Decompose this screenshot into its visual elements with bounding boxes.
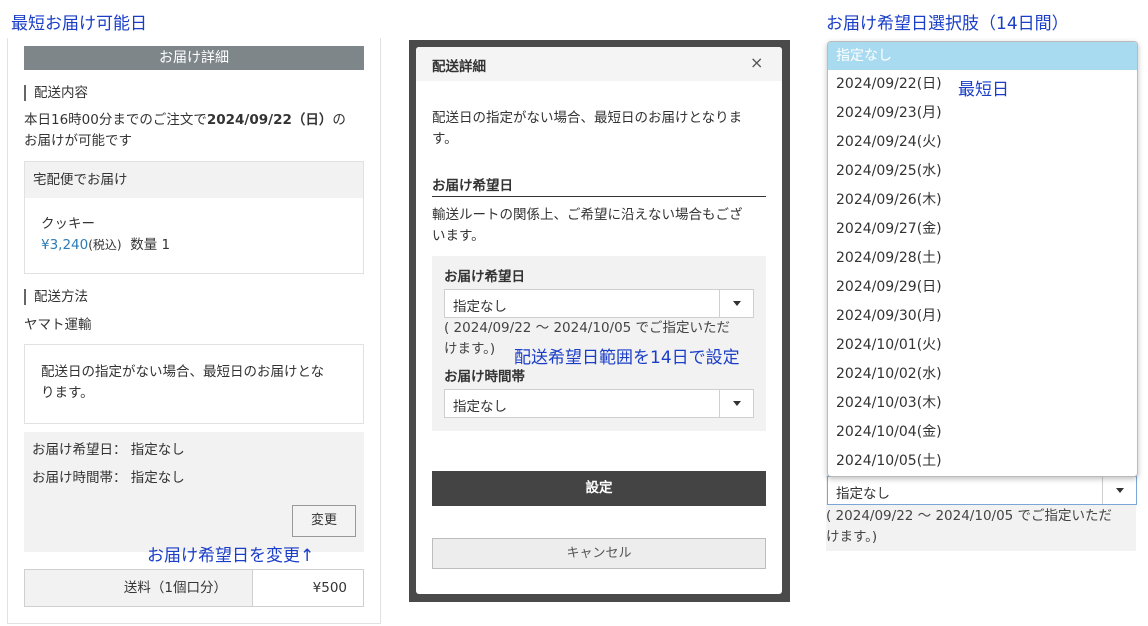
cancel-button[interactable]: キャンセル (432, 538, 766, 569)
selection-summary: お届け希望日： 指定なし お届け時間帯： 指定なし 変更 (24, 432, 364, 552)
modal-notice: 配送日の指定がない場合、最短日のお届けとなりま す。 (432, 108, 772, 150)
no-date-notice-box: 配送日の指定がない場合、最短日のお届けとな ります。 (24, 344, 364, 424)
option-date[interactable]: 2024/10/02(水) (828, 360, 1137, 389)
order-notice-text: 本日16時00分までのご注文で (24, 112, 207, 128)
desired-date-label: お届け希望日： (32, 442, 127, 458)
delivery-contents-label: 配送内容 (24, 85, 88, 101)
time-field-label: お届け時間帯 (444, 369, 525, 385)
order-notice: 本日16時00分までのご注文で2024/09/22（日）の お届けが可能です (24, 110, 369, 152)
order-notice-line2: お届けが可能です (24, 133, 132, 149)
panel-header: お届け詳細 (24, 46, 364, 70)
courier-box-title: 宅配便でお届け (25, 162, 363, 198)
time-slot-summary: お届け時間帯： 指定なし (32, 468, 185, 489)
item-price-line: ¥3,240(税込) 数量 1 (41, 235, 170, 256)
date-range-line1: ( 2024/09/22 〜 2024/10/05 でご指定いただ (444, 320, 731, 336)
modal-notice-line1: 配送日の指定がない場合、最短日のお届けとなりま (432, 110, 743, 126)
option-date[interactable]: 2024/09/26(木) (828, 186, 1137, 215)
carrier-name: ヤマト運輸 (24, 317, 92, 333)
option-date[interactable]: 2024/10/01(火) (828, 331, 1137, 360)
option-date[interactable]: 2024/09/30(月) (828, 302, 1137, 331)
time-slot-label: お届け時間帯： (32, 470, 127, 486)
option-date[interactable]: 2024/09/27(金) (828, 215, 1137, 244)
item-quantity: 数量 1 (130, 237, 171, 253)
delivery-method-label: 配送方法 (24, 289, 88, 305)
date-select-open-button[interactable] (1102, 477, 1137, 504)
shipping-fee-row: 送料（1個口分） ¥500 (24, 569, 364, 607)
item-tax: (税込) (88, 238, 122, 252)
heading-underline (432, 196, 766, 197)
date-select-open[interactable]: 指定なし (827, 476, 1137, 505)
no-date-notice-line1: 配送日の指定がない場合、最短日のお届けとな (41, 364, 325, 380)
order-notice-date: 2024/09/22（日） (206, 112, 333, 128)
option-none[interactable]: 指定なし (828, 42, 1137, 70)
time-select[interactable]: 指定なし (444, 389, 754, 418)
item-name: クッキー (41, 216, 95, 232)
dropdown-range-line2: けます。) (826, 529, 878, 545)
annotation-shortest-marker: 最短日 (958, 80, 1009, 100)
date-select-open-value: 指定なし (836, 486, 890, 502)
time-slot-value: 指定なし (130, 470, 185, 486)
route-notice-line2: います。 (432, 228, 485, 244)
option-date[interactable]: 2024/10/03(木) (828, 389, 1137, 418)
shipping-fee-label: 送料（1個口分） (25, 570, 252, 606)
desired-date-heading: お届け希望日 (432, 178, 513, 194)
dropdown-range-line1: ( 2024/09/22 〜 2024/10/05 でご指定いただ (826, 508, 1113, 524)
desired-date-value: 指定なし (130, 442, 185, 458)
no-date-notice: 配送日の指定がない場合、最短日のお届けとな ります。 (41, 362, 356, 404)
dropdown-form-area: 指定なし ( 2024/09/22 〜 2024/10/05 でご指定いただ け… (826, 475, 1137, 551)
annotation-shortest-date-title: 最短お届け可能日 (11, 14, 147, 34)
route-notice-line1: 輸送ルートの関係上、ご希望に沿えない場合もござ (432, 207, 743, 223)
date-field-label: お届け希望日 (444, 269, 525, 285)
delivery-details-panel: お届け詳細 配送内容 本日16時00分までのご注文で2024/09/22（日）の… (7, 38, 381, 624)
set-button[interactable]: 設定 (432, 471, 766, 506)
annotation-range-note: 配送希望日範囲を14日で設定 (514, 348, 740, 368)
option-date[interactable]: 2024/09/23(月) (828, 99, 1137, 128)
route-notice: 輸送ルートの関係上、ご希望に沿えない場合もござ います。 (432, 205, 772, 247)
close-icon[interactable]: × (750, 53, 763, 72)
annotation-change-hint: お届け希望日を変更↑ (147, 546, 315, 566)
courier-box: 宅配便でお届け クッキー ¥3,240(税込) 数量 1 (24, 161, 364, 274)
option-date[interactable]: 2024/09/24(火) (828, 128, 1137, 157)
item-price: ¥3,240 (41, 237, 89, 253)
annotation-options-title: お届け希望日選択肢（14日間） (826, 14, 1069, 34)
modal-title: 配送詳細 (432, 59, 486, 75)
modal-notice-line2: す。 (432, 131, 458, 147)
chevron-down-icon (733, 401, 741, 406)
no-date-notice-line2: ります。 (41, 385, 94, 401)
dropdown-range-note: ( 2024/09/22 〜 2024/10/05 でご指定いただ けます。) (826, 506, 1136, 548)
order-notice-tail: の (332, 112, 346, 128)
date-select-value: 指定なし (453, 299, 507, 315)
shipping-fee-value: ¥500 (312, 580, 347, 596)
delivery-modal: 配送詳細 × 配送日の指定がない場合、最短日のお届けとなりま す。 お届け希望日… (416, 47, 782, 594)
option-date[interactable]: 2024/10/04(金) (828, 418, 1137, 447)
option-date[interactable]: 2024/09/29(日) (828, 273, 1137, 302)
option-date[interactable]: 2024/09/28(土) (828, 244, 1137, 273)
chevron-down-icon (733, 301, 741, 306)
desired-date-summary: お届け希望日： 指定なし (32, 440, 185, 461)
option-date[interactable]: 2024/09/25(水) (828, 157, 1137, 186)
date-options-list: 指定なし 2024/09/22(日) 2024/09/23(月) 2024/09… (827, 41, 1138, 477)
date-select[interactable]: 指定なし (444, 289, 754, 318)
date-range-line2: けます。) (444, 341, 496, 357)
option-date[interactable]: 2024/10/05(土) (828, 447, 1137, 476)
modal-header: 配送詳細 × (416, 47, 782, 81)
chevron-down-icon (1116, 488, 1124, 493)
change-button[interactable]: 変更 (292, 505, 356, 537)
time-select-value: 指定なし (453, 399, 507, 415)
time-select-button[interactable] (719, 390, 754, 417)
date-select-button[interactable] (719, 290, 754, 317)
